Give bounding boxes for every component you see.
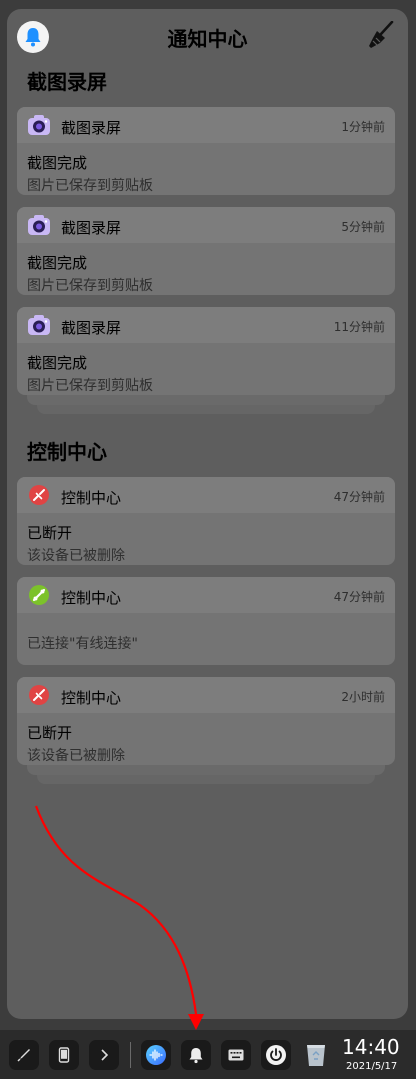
onscreen-keyboard-button[interactable] (221, 1040, 251, 1070)
bell-icon (189, 1047, 203, 1063)
phone-icon (58, 1047, 70, 1063)
expand-tray-button[interactable] (89, 1040, 119, 1070)
phone-button[interactable] (49, 1040, 79, 1070)
taskbar-separator (130, 1042, 131, 1068)
voice-assistant-icon (146, 1045, 166, 1065)
power-icon (266, 1045, 286, 1065)
clock-time[interactable]: 14:40 (342, 1035, 400, 1059)
taskbar: 14:40 2021/5/17 (0, 1030, 416, 1079)
clock-date[interactable]: 2021/5/17 (346, 1061, 397, 1072)
annotation-arrow (34, 805, 204, 1030)
trash-button[interactable] (301, 1040, 331, 1070)
power-button[interactable] (261, 1040, 291, 1070)
trash-icon (307, 1045, 325, 1066)
keyboard-icon (228, 1049, 244, 1061)
notification-center-button[interactable] (181, 1040, 211, 1070)
chevron-right-icon (101, 1049, 109, 1061)
pen-icon (17, 1049, 30, 1062)
launcher-button[interactable] (9, 1040, 39, 1070)
voice-assistant-button[interactable] (141, 1040, 171, 1070)
